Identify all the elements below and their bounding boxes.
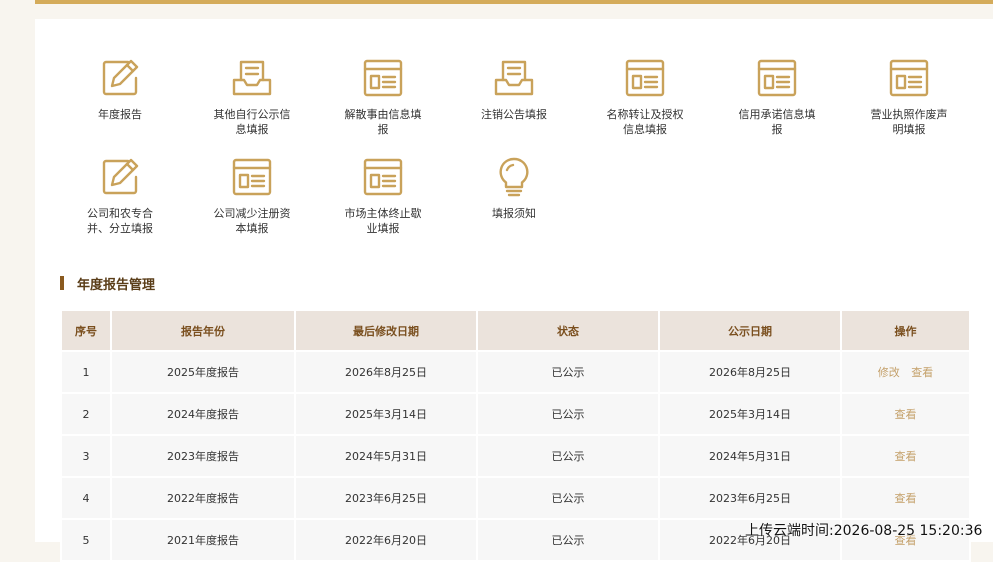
status: 已公示: [476, 350, 660, 394]
menu-label: 解散事由信息填报: [344, 108, 422, 136]
published-date: 2023年6月25日: [658, 476, 842, 520]
table-row: 1 2025年度报告 2026年8月25日 已公示 2026年8月25日 修改 …: [60, 350, 971, 394]
menu-label: 年度报告: [98, 108, 142, 121]
menu-dissolution-info[interactable]: 解散事由信息填报: [323, 55, 443, 137]
header-cell: 序号: [60, 309, 112, 352]
lightbulb-icon: [491, 154, 537, 200]
form-window-icon: [360, 55, 406, 101]
form-window-icon: [886, 55, 932, 101]
view-link[interactable]: 查看: [895, 450, 917, 463]
menu-credit-commitment[interactable]: 信用承诺信息填报: [717, 55, 837, 137]
view-link[interactable]: 查看: [895, 492, 917, 505]
published-date: 2025年3月14日: [658, 392, 842, 436]
section-header: 年度报告管理: [60, 275, 156, 293]
published-date: 2024年5月31日: [658, 434, 842, 478]
row-number: 5: [60, 518, 112, 562]
modified-date: 2023年6月25日: [294, 476, 478, 520]
header-cell: 报告年份: [110, 309, 296, 352]
row-actions: 查看: [840, 392, 971, 436]
menu-cancellation-notice[interactable]: 注销公告填报: [454, 55, 574, 122]
modified-date: 2026年8月25日: [294, 350, 478, 394]
menu-merger-split[interactable]: 公司和农专合并、分立填报: [60, 154, 180, 236]
row-actions: 修改 查看: [840, 350, 971, 394]
form-window-icon: [229, 154, 275, 200]
menu-label: 填报须知: [492, 207, 536, 220]
report-year: 2024年度报告: [110, 392, 296, 436]
edit-icon: [97, 154, 143, 200]
published-date: 2026年8月25日: [658, 350, 842, 394]
row-number: 3: [60, 434, 112, 478]
menu-termination-suspension[interactable]: 市场主体终止歇业填报: [323, 154, 443, 236]
table-row: 2 2024年度报告 2025年3月14日 已公示 2025年3月14日 查看: [60, 392, 971, 436]
menu-label: 其他自行公示信息填报: [213, 108, 291, 136]
menu-other-disclosure[interactable]: 其他自行公示信息填报: [192, 55, 312, 137]
edit-link[interactable]: 修改: [878, 366, 900, 379]
row-number: 2: [60, 392, 112, 436]
table-header-row: 序号 报告年份 最后修改日期 状态 公示日期 操作: [60, 309, 971, 352]
menu-label: 市场主体终止歇业填报: [344, 207, 422, 235]
row-actions: 查看: [840, 434, 971, 478]
header-cell: 操作: [840, 309, 971, 352]
report-year: 2023年度报告: [110, 434, 296, 478]
table-row: 3 2023年度报告 2024年5月31日 已公示 2024年5月31日 查看: [60, 434, 971, 478]
top-accent-bar: [35, 0, 993, 4]
row-actions: 查看: [840, 476, 971, 520]
menu-filing-notes[interactable]: 填报须知: [454, 154, 574, 221]
status: 已公示: [476, 434, 660, 478]
report-year: 2021年度报告: [110, 518, 296, 562]
menu-annual-report[interactable]: 年度报告: [60, 55, 180, 122]
view-link[interactable]: 查看: [895, 408, 917, 421]
modified-date: 2022年6月20日: [294, 518, 478, 562]
modified-date: 2024年5月31日: [294, 434, 478, 478]
form-window-icon: [360, 154, 406, 200]
header-cell: 状态: [476, 309, 660, 352]
header-cell: 公示日期: [658, 309, 842, 352]
section-title: 年度报告管理: [77, 277, 156, 293]
form-window-icon: [754, 55, 800, 101]
section-marker: [60, 276, 64, 290]
menu-capital-reduction[interactable]: 公司减少注册资本填报: [192, 154, 312, 236]
modified-date: 2025年3月14日: [294, 392, 478, 436]
menu-label: 名称转让及授权信息填报: [606, 108, 684, 136]
inbox-icon: [491, 55, 537, 101]
report-year: 2022年度报告: [110, 476, 296, 520]
menu-label: 营业执照作废声明填报: [870, 108, 948, 136]
form-window-icon: [622, 55, 668, 101]
menu-license-void[interactable]: 营业执照作废声明填报: [849, 55, 969, 137]
status: 已公示: [476, 392, 660, 436]
menu-label: 公司和农专合并、分立填报: [87, 207, 153, 235]
menu-name-transfer[interactable]: 名称转让及授权信息填报: [585, 55, 705, 137]
row-number: 1: [60, 350, 112, 394]
menu-label: 信用承诺信息填报: [738, 108, 816, 136]
view-link[interactable]: 查看: [911, 366, 933, 379]
header-cell: 最后修改日期: [294, 309, 478, 352]
menu-label: 注销公告填报: [481, 108, 547, 121]
edit-icon: [97, 55, 143, 101]
report-year: 2025年度报告: [110, 350, 296, 394]
status: 已公示: [476, 476, 660, 520]
menu-label: 公司减少注册资本填报: [213, 207, 291, 235]
upload-timestamp-watermark: 上传云端时间:2026-08-25 15:20:36: [745, 523, 983, 539]
status: 已公示: [476, 518, 660, 562]
row-number: 4: [60, 476, 112, 520]
inbox-icon: [229, 55, 275, 101]
table-row: 4 2022年度报告 2023年6月25日 已公示 2023年6月25日 查看: [60, 476, 971, 520]
